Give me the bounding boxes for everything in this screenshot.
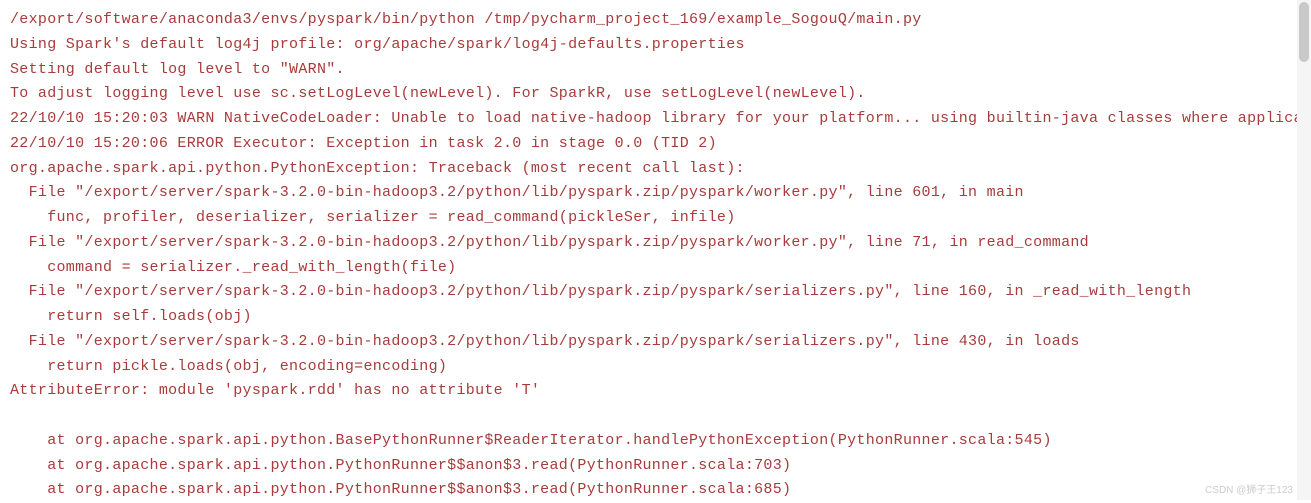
output-line: at org.apache.spark.api.python.BasePytho… [10,432,1052,449]
terminal-output: /export/software/anaconda3/envs/pyspark/… [10,8,1311,503]
output-line: File "/export/server/spark-3.2.0-bin-had… [10,333,1080,350]
output-line: func, profiler, deserializer, serializer… [10,209,736,226]
output-line: /export/software/anaconda3/envs/pyspark/… [10,11,922,28]
output-line: File "/export/server/spark-3.2.0-bin-had… [10,234,1089,251]
output-line: command = serializer._read_with_length(f… [10,259,456,276]
output-line: at org.apache.spark.api.python.PythonRun… [10,457,791,474]
output-line: To adjust logging level use sc.setLogLev… [10,85,866,102]
output-line: return pickle.loads(obj, encoding=encodi… [10,358,447,375]
output-line: Using Spark's default log4j profile: org… [10,36,745,53]
output-line: at org.apache.spark.api.python.PythonRun… [10,481,791,498]
output-line: AttributeError: module 'pyspark.rdd' has… [10,382,540,399]
output-line: 22/10/10 15:20:03 WARN NativeCodeLoader:… [10,110,1311,127]
output-line: org.apache.spark.api.python.PythonExcept… [10,160,745,177]
scrollbar-track[interactable] [1297,0,1311,500]
scrollbar-thumb[interactable] [1299,2,1309,62]
output-line: File "/export/server/spark-3.2.0-bin-had… [10,184,1024,201]
output-line: return self.loads(obj) [10,308,252,325]
output-line: File "/export/server/spark-3.2.0-bin-had… [10,283,1191,300]
output-line: Setting default log level to "WARN". [10,61,345,78]
watermark: CSDN @狮子王123 [1205,483,1293,500]
output-line: 22/10/10 15:20:06 ERROR Executor: Except… [10,135,717,152]
